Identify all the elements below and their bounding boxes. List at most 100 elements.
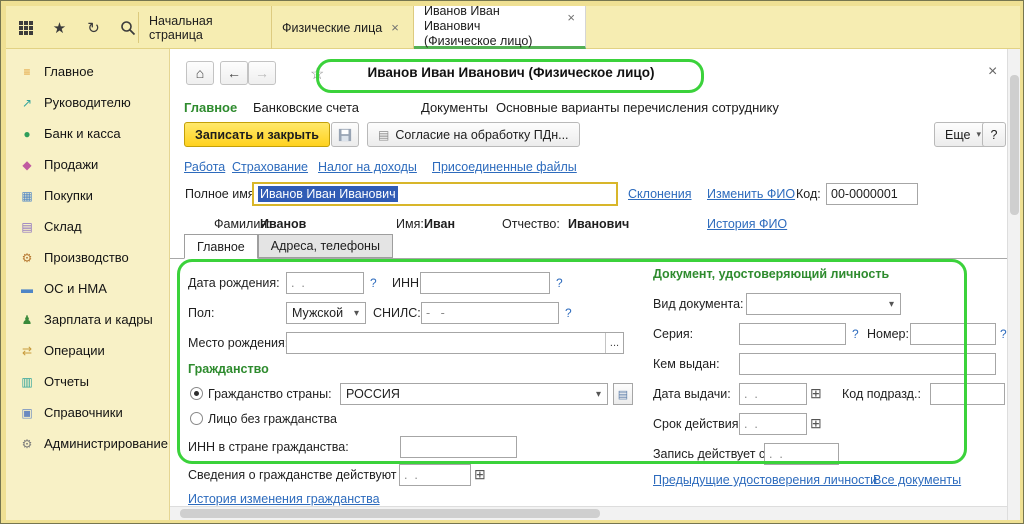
link-citizenship-history[interactable]: История изменения гражданства xyxy=(188,492,380,506)
full-name-label: Полное имя: xyxy=(185,187,258,201)
link-income-tax[interactable]: Налог на доходы xyxy=(318,160,417,174)
link-attachments[interactable]: Присоединенные файлы xyxy=(432,160,577,174)
chevron-down-icon: ▾ xyxy=(883,299,900,310)
chevron-down-icon: ▾ xyxy=(976,129,981,140)
sidebar-item-main[interactable]: ≡Главное xyxy=(6,56,169,87)
forward-button[interactable]: → xyxy=(248,61,276,85)
tab-addresses-phones[interactable]: Адреса, телефоны xyxy=(258,234,393,258)
nav-main[interactable]: Главное xyxy=(184,100,237,115)
open-list-icon: ▤ xyxy=(618,388,628,401)
snils-label: СНИЛС: xyxy=(373,306,421,320)
save-button[interactable] xyxy=(331,122,359,147)
sidebar-item-operations[interactable]: ⇄Операции xyxy=(6,335,169,366)
sidebar-item-production[interactable]: ⚙Производство xyxy=(6,242,169,273)
gender-label: Пол: xyxy=(188,306,214,320)
close-icon[interactable]: × xyxy=(567,10,575,25)
valid-until-input[interactable] xyxy=(739,413,807,435)
foreign-inn-input[interactable] xyxy=(400,436,517,458)
sidebar-item-bank-cash[interactable]: ●Банк и касса xyxy=(6,118,169,149)
payroll-hr-icon: ♟ xyxy=(19,313,35,327)
citizenship-from-input[interactable] xyxy=(399,464,471,486)
favorite-star-icon[interactable]: ☆ xyxy=(310,64,324,84)
history-icon[interactable]: ↻ xyxy=(80,14,107,41)
link-previous-id-documents[interactable]: Предыдущие удостоверения личности xyxy=(653,473,877,487)
calendar-icon[interactable]: ⊞ xyxy=(810,416,822,430)
sidebar-item-label: Главное xyxy=(44,64,94,79)
issue-date-input[interactable] xyxy=(739,383,807,405)
app-menu-grid-icon[interactable] xyxy=(12,14,39,41)
birth-date-help-icon[interactable]: ? xyxy=(370,276,377,290)
sidebar-item-administration[interactable]: ⚙Администрирование xyxy=(6,428,169,459)
id-document-header: Документ, удостоверяющий личность xyxy=(653,267,889,281)
sidebar-item-label: Зарплата и кадры xyxy=(44,312,153,327)
citizenship-country-select[interactable]: РОССИЯ ▾ xyxy=(340,383,608,405)
snils-help-icon[interactable]: ? xyxy=(565,306,572,320)
vertical-scrollbar[interactable] xyxy=(1007,49,1020,520)
snils-input[interactable] xyxy=(421,302,559,324)
sidebar-item-sales[interactable]: ◆Продажи xyxy=(6,149,169,180)
sidebar-item-manager[interactable]: ↗Руководителю xyxy=(6,87,169,118)
birthplace-input[interactable] xyxy=(286,332,624,354)
sidebar-item-fixed-assets[interactable]: ▬ОС и НМА xyxy=(6,273,169,304)
tab-label: Адреса, телефоны xyxy=(271,239,380,253)
tab-label: Начальная страница xyxy=(149,14,261,42)
calendar-icon[interactable]: ⊞ xyxy=(474,467,486,481)
calendar-icon[interactable]: ⊞ xyxy=(810,386,822,400)
citizenship-country-radio[interactable] xyxy=(190,387,203,400)
more-label: Еще xyxy=(945,128,970,142)
horizontal-scrollbar[interactable] xyxy=(170,506,1007,520)
tab-general[interactable]: Главное xyxy=(184,234,258,259)
inn-input[interactable] xyxy=(420,272,550,294)
gender-select[interactable]: Мужской ▾ xyxy=(286,302,366,324)
nav-bank-accounts[interactable]: Банковские счета xyxy=(253,100,359,115)
inn-label: ИНН: xyxy=(392,276,423,290)
tab-start-page[interactable]: Начальная страница xyxy=(139,6,272,49)
close-form-icon[interactable]: × xyxy=(988,63,997,81)
sidebar-item-directories[interactable]: ▣Справочники xyxy=(6,397,169,428)
tab-ivanov-person[interactable]: Иванов Иван Иванович (Физическое лицо) × xyxy=(414,6,586,49)
chevron-down-icon: ▾ xyxy=(590,389,607,400)
citizenship-country-value: РОССИЯ xyxy=(346,387,400,401)
inn-help-icon[interactable]: ? xyxy=(556,276,563,290)
help-button[interactable]: ? xyxy=(982,122,1006,147)
link-declension[interactable]: Склонения xyxy=(628,187,692,201)
favorites-star-icon[interactable]: ★ xyxy=(46,14,73,41)
sidebar-item-reports[interactable]: ▥Отчеты xyxy=(6,366,169,397)
tab-individuals[interactable]: Физические лица × xyxy=(272,6,414,49)
open-country-button[interactable]: ▤ xyxy=(613,383,633,405)
horizontal-scrollbar-thumb[interactable] xyxy=(180,509,600,518)
link-insurance[interactable]: Страхование xyxy=(232,160,308,174)
stateless-radio[interactable] xyxy=(190,412,203,425)
home-button[interactable]: ⌂ xyxy=(186,61,214,85)
record-from-input[interactable] xyxy=(764,443,839,465)
nav-transfer-options[interactable]: Основные варианты перечисления сотрудник… xyxy=(496,100,779,115)
link-change-fio[interactable]: Изменить ФИО xyxy=(707,187,795,201)
number-help-icon[interactable]: ? xyxy=(1000,327,1007,341)
sidebar-item-warehouse[interactable]: ▤Склад xyxy=(6,211,169,242)
save-close-label: Записать и закрыть xyxy=(195,128,319,142)
birth-date-input[interactable] xyxy=(286,272,364,294)
series-input[interactable] xyxy=(739,323,846,345)
search-icon[interactable] xyxy=(114,14,141,41)
link-all-documents[interactable]: Все документы xyxy=(873,473,961,487)
nav-documents[interactable]: Документы xyxy=(421,100,488,115)
back-button[interactable]: ← xyxy=(220,61,248,85)
save-close-button[interactable]: Записать и закрыть xyxy=(184,122,330,147)
number-input[interactable] xyxy=(910,323,996,345)
full-name-input[interactable]: Иванов Иван Иванович xyxy=(252,182,618,206)
link-fio-history[interactable]: История ФИО xyxy=(707,217,787,231)
close-icon[interactable]: × xyxy=(391,20,399,35)
link-work[interactable]: Работа xyxy=(184,160,225,174)
birthplace-more-button[interactable]: ... xyxy=(605,333,623,353)
issued-by-input[interactable] xyxy=(739,353,996,375)
code-input[interactable] xyxy=(826,183,918,205)
vertical-scrollbar-thumb[interactable] xyxy=(1010,75,1019,215)
sidebar-item-payroll-hr[interactable]: ♟ Зарплата и кадры xyxy=(6,304,169,335)
dept-code-input[interactable] xyxy=(930,383,1005,405)
doc-type-select[interactable]: ▾ xyxy=(746,293,901,315)
number-label: Номер: xyxy=(867,327,909,341)
sidebar-item-purchases[interactable]: ▦Покупки xyxy=(6,180,169,211)
pdn-consent-button[interactable]: ▤ Согласие на обработку ПДн... xyxy=(367,122,580,147)
series-help-icon[interactable]: ? xyxy=(852,327,859,341)
gender-value: Мужской xyxy=(292,306,343,320)
